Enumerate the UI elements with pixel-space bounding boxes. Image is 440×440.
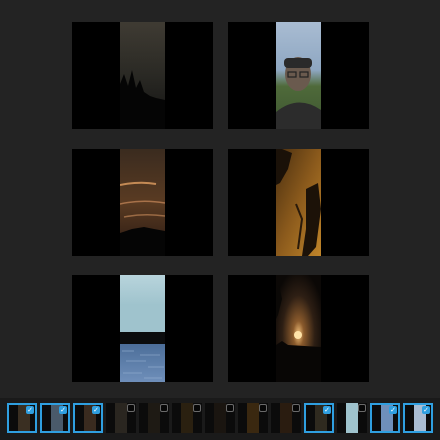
photo-image [120, 149, 165, 256]
checked-checkbox-icon[interactable]: ✓ [323, 406, 331, 414]
thumbnail-image [280, 403, 292, 433]
photo-tile-person-selfie[interactable] [228, 22, 369, 129]
thumbnail-image [247, 403, 259, 433]
unchecked-checkbox-icon[interactable] [127, 404, 135, 412]
filmstrip-thumbnail[interactable] [172, 403, 202, 433]
checked-checkbox-icon[interactable]: ✓ [389, 406, 397, 414]
filmstrip-thumbnail[interactable]: ✓ [73, 403, 103, 433]
filmstrip-thumbnail[interactable] [139, 403, 169, 433]
checked-checkbox-icon[interactable]: ✓ [92, 406, 100, 414]
filmstrip-thumbnail[interactable] [337, 403, 367, 433]
checked-checkbox-icon[interactable]: ✓ [422, 406, 430, 414]
photo-image [276, 149, 321, 256]
photo-tile-trees-dusk[interactable] [72, 22, 213, 129]
photo-image [276, 275, 321, 382]
thumbnail-image [115, 403, 127, 433]
unchecked-checkbox-icon[interactable] [193, 404, 201, 412]
photo-tile-sunset-clouds[interactable] [72, 149, 213, 256]
unchecked-checkbox-icon[interactable] [226, 404, 234, 412]
filmstrip-thumbnail[interactable] [238, 403, 268, 433]
photo-tile-sky-water[interactable] [72, 275, 213, 382]
filmstrip-thumbnail[interactable]: ✓ [304, 403, 334, 433]
filmstrip: ✓ ✓ ✓ ✓ ✓ ✓ [0, 398, 440, 440]
photo-image [276, 22, 321, 129]
filmstrip-thumbnail[interactable]: ✓ [403, 403, 433, 433]
unchecked-checkbox-icon[interactable] [358, 404, 366, 412]
filmstrip-thumbnail[interactable] [271, 403, 301, 433]
unchecked-checkbox-icon[interactable] [259, 404, 267, 412]
filmstrip-thumbnail[interactable]: ✓ [7, 403, 37, 433]
filmstrip-thumbnail[interactable] [205, 403, 235, 433]
photo-image [120, 22, 165, 129]
photo-tile-sunset-sun[interactable] [228, 275, 369, 382]
filmstrip-thumbnail[interactable] [106, 403, 136, 433]
thumbnail-image [181, 403, 193, 433]
thumbnail-image [214, 403, 226, 433]
filmstrip-thumbnail[interactable]: ✓ [370, 403, 400, 433]
checked-checkbox-icon[interactable]: ✓ [26, 406, 34, 414]
unchecked-checkbox-icon[interactable] [292, 404, 300, 412]
photo-grid [0, 0, 440, 400]
thumbnail-image [148, 403, 160, 433]
photo-image [120, 275, 165, 382]
thumbnail-image [346, 403, 358, 433]
filmstrip-thumbnail[interactable]: ✓ [40, 403, 70, 433]
photo-tile-shadow-wall[interactable] [228, 149, 369, 256]
unchecked-checkbox-icon[interactable] [160, 404, 168, 412]
checked-checkbox-icon[interactable]: ✓ [59, 406, 67, 414]
